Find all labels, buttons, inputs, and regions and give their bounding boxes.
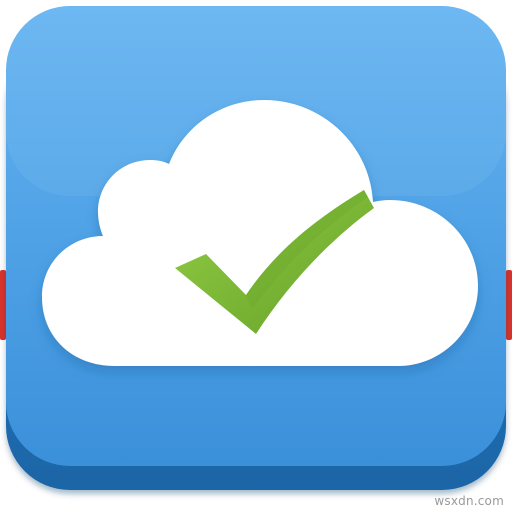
app-icon-canvas: wsxdn.com (0, 0, 512, 512)
left-red-accent (0, 270, 6, 340)
watermark-text: wsxdn.com (434, 494, 504, 508)
right-red-accent (506, 270, 512, 340)
cloud-check-app-icon[interactable] (0, 0, 512, 512)
